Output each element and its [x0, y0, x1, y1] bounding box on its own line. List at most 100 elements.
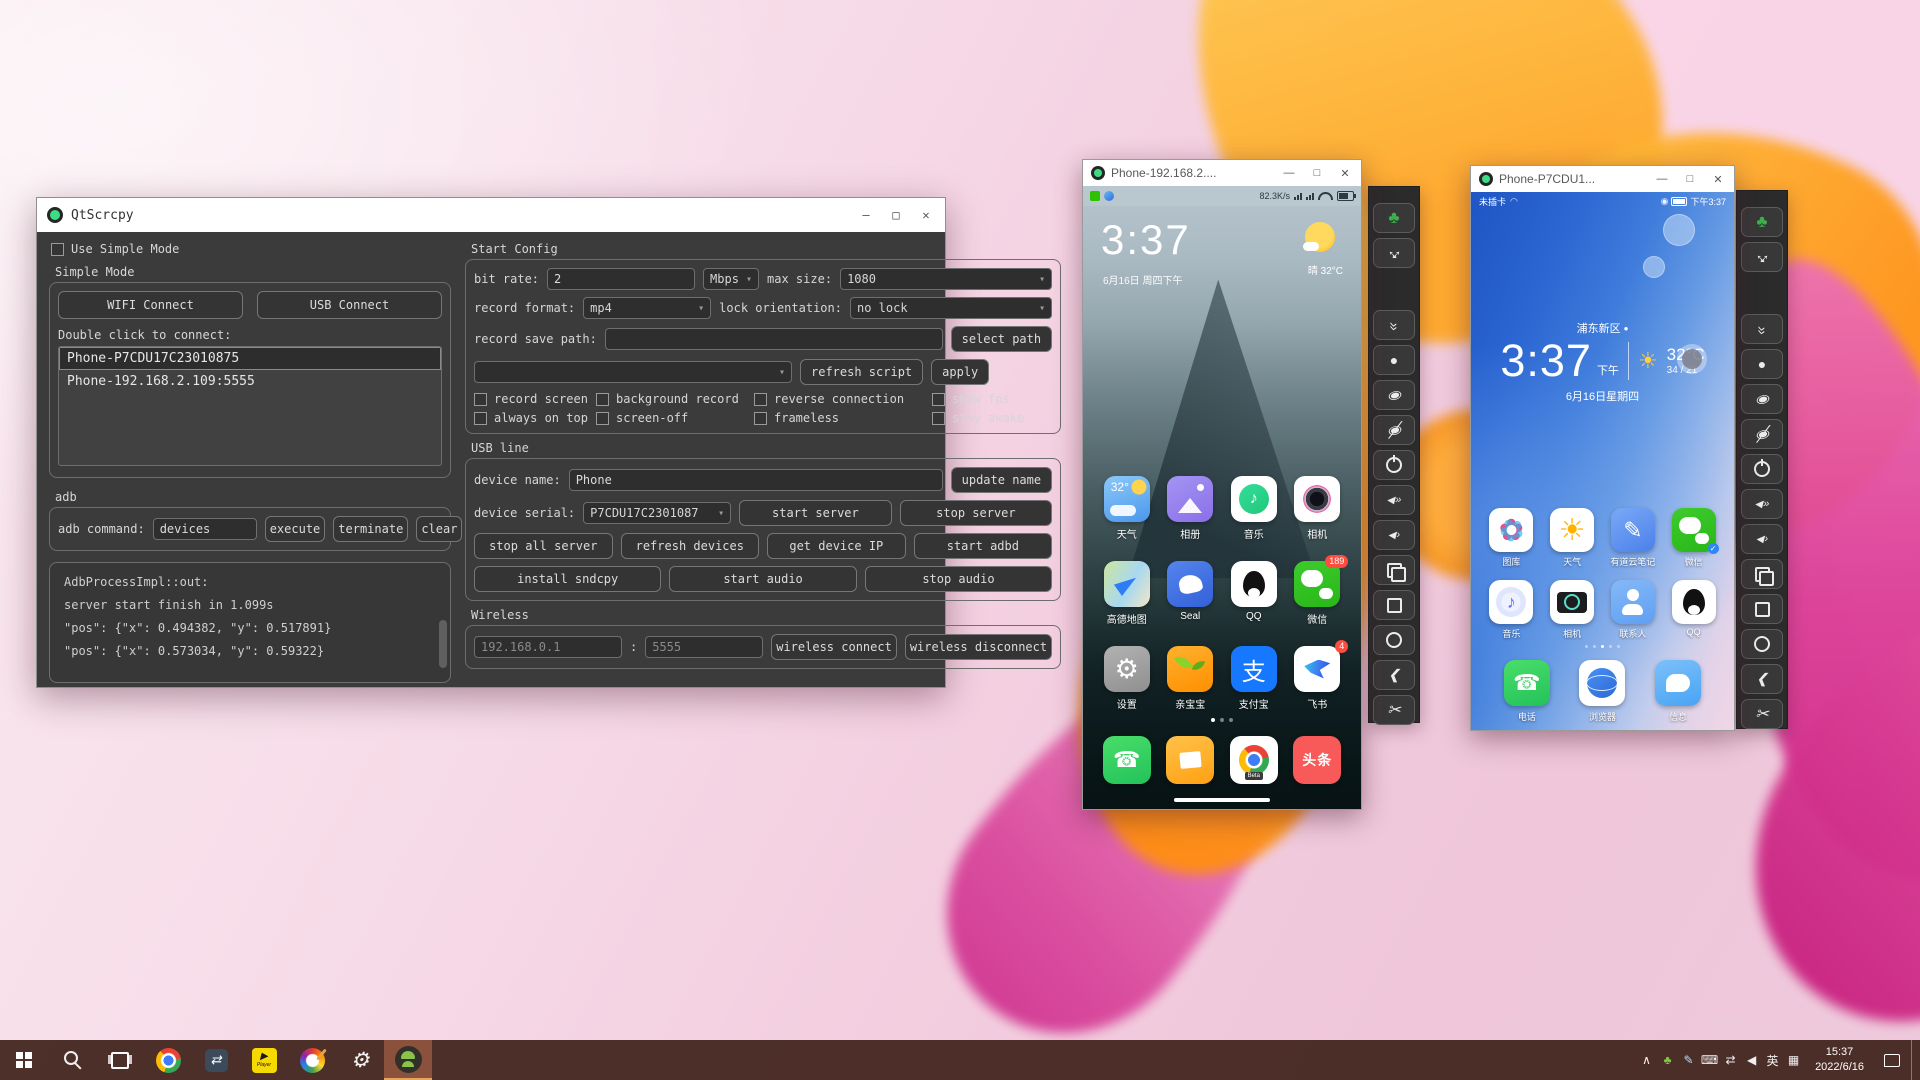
screen-off-button[interactable]: [1373, 415, 1415, 445]
taskbar-chrome-button[interactable]: [144, 1040, 192, 1080]
stop-all-server-button[interactable]: stop all server: [474, 533, 613, 559]
full-screen-button[interactable]: [1373, 238, 1415, 268]
minimize-button[interactable]: —: [1648, 168, 1676, 190]
taskbar-paint-button[interactable]: [288, 1040, 336, 1080]
stop-audio-button[interactable]: stop audio: [865, 566, 1052, 592]
app-switch-button[interactable]: [1373, 555, 1415, 585]
group-control-button[interactable]: [1741, 207, 1783, 237]
app-天气[interactable]: 天气: [1542, 508, 1603, 580]
stop-server-button[interactable]: stop server: [900, 500, 1052, 526]
maximize-button[interactable]: □: [1303, 162, 1331, 184]
close-button[interactable]: ✕: [911, 202, 941, 228]
taskbar-sync-button[interactable]: [192, 1040, 240, 1080]
app-电话[interactable]: 电话: [1489, 660, 1565, 723]
device-serial-combo[interactable]: P7CDU17C2301087 ▾: [583, 502, 731, 524]
tray-keyboard-icon[interactable]: ⌨: [1699, 1053, 1720, 1067]
refresh-script-button[interactable]: refresh script: [800, 359, 923, 385]
start-server-button[interactable]: start server: [739, 500, 891, 526]
app-浏览器[interactable]: 浏览器: [1565, 660, 1641, 723]
tray-app-green-icon[interactable]: ♣: [1657, 1053, 1678, 1067]
phone1-titlebar[interactable]: Phone-192.168.2.... — □ ✕: [1083, 160, 1361, 186]
terminate-button[interactable]: terminate: [333, 516, 408, 542]
refresh-devices-button[interactable]: refresh devices: [621, 533, 760, 559]
taskbar-clock[interactable]: 15:37 2022/6/16: [1806, 1045, 1873, 1075]
touch-button[interactable]: [1373, 345, 1415, 375]
checkbox-screen-off[interactable]: screen-off: [596, 411, 748, 425]
app-QQ[interactable]: QQ: [1663, 580, 1724, 652]
script-combo[interactable]: ▾: [474, 361, 792, 383]
group-control-button[interactable]: [1373, 203, 1415, 233]
menu-button[interactable]: [1373, 590, 1415, 620]
wireless-port-input[interactable]: [645, 636, 763, 658]
maximize-button[interactable]: □: [1676, 168, 1704, 190]
taskbar-search-button[interactable]: [48, 1040, 96, 1080]
app-天气[interactable]: 32°天气: [1095, 476, 1159, 561]
device-list[interactable]: Phone-P7CDU17C23010875Phone-192.168.2.10…: [58, 346, 442, 466]
app-dialer[interactable]: [1095, 736, 1159, 796]
app-相机[interactable]: 相机: [1542, 580, 1603, 652]
bit-rate-unit-combo[interactable]: Mbps ▾: [703, 268, 759, 290]
app-toutiao[interactable]: 头条: [1286, 736, 1350, 796]
wifi-connect-button[interactable]: WIFI Connect: [58, 291, 243, 319]
menu-button[interactable]: [1741, 594, 1783, 624]
select-path-button[interactable]: select path: [951, 326, 1052, 352]
update-name-button[interactable]: update name: [951, 467, 1052, 493]
tray-pen-icon[interactable]: ✎: [1678, 1053, 1699, 1067]
start-audio-button[interactable]: start audio: [669, 566, 856, 592]
power-button[interactable]: [1741, 454, 1783, 484]
apply-button[interactable]: apply: [931, 359, 989, 385]
app-有道云笔记[interactable]: 有道云笔记: [1603, 508, 1664, 580]
checkbox-record-screen[interactable]: record screen: [474, 392, 590, 406]
checkbox-reverse-connection[interactable]: reverse connection: [754, 392, 926, 406]
wireless-connect-button[interactable]: wireless connect: [771, 634, 897, 660]
start-adbd-button[interactable]: start adbd: [914, 533, 1053, 559]
maximize-button[interactable]: □: [881, 202, 911, 228]
taskbar-task-view-button[interactable]: [96, 1040, 144, 1080]
app-高德地图[interactable]: 高德地图: [1095, 561, 1159, 646]
checkbox-background-record[interactable]: background record: [596, 392, 748, 406]
assistive-ball[interactable]: [1677, 344, 1707, 374]
close-button[interactable]: ✕: [1331, 162, 1359, 184]
app-QQ[interactable]: QQ: [1222, 561, 1286, 646]
app-微信[interactable]: 189微信: [1286, 561, 1350, 646]
wireless-ip-input[interactable]: [474, 636, 622, 658]
bit-rate-input[interactable]: [547, 268, 695, 290]
full-screen-button[interactable]: [1741, 242, 1783, 272]
action-center-icon[interactable]: [1875, 1054, 1909, 1067]
device-name-input[interactable]: [569, 469, 943, 491]
ime-lang-icon[interactable]: 英: [1762, 1052, 1783, 1069]
taskbar-start-button[interactable]: [0, 1040, 48, 1080]
scrollbar-thumb[interactable]: [439, 620, 447, 668]
volume-down-button[interactable]: [1741, 524, 1783, 554]
app-音乐[interactable]: 音乐: [1222, 476, 1286, 561]
execute-button[interactable]: execute: [265, 516, 326, 542]
volume-up-button[interactable]: [1741, 489, 1783, 519]
phone2-titlebar[interactable]: Phone-P7CDU1... — □ ✕: [1471, 166, 1734, 192]
record-save-path-input[interactable]: [605, 328, 943, 350]
app-chrome[interactable]: Beta: [1222, 736, 1286, 796]
use-simple-mode-checkbox[interactable]: Use Simple Mode: [51, 242, 451, 256]
adb-command-input[interactable]: [153, 518, 257, 540]
lock-orientation-combo[interactable]: no lock ▾: [850, 297, 1052, 319]
taskbar-potplayer-button[interactable]: Player: [240, 1040, 288, 1080]
device-list-item[interactable]: Phone-192.168.2.109:5555: [59, 370, 441, 393]
checkbox-frameless[interactable]: frameless: [754, 411, 926, 425]
app-Seal[interactable]: Seal: [1159, 561, 1223, 646]
minimize-button[interactable]: —: [1275, 162, 1303, 184]
adb-log-output[interactable]: AdbProcessImpl::out:server start finish …: [49, 562, 451, 683]
checkbox-stay-awake[interactable]: stay awake: [932, 411, 1052, 425]
power-button[interactable]: [1373, 450, 1415, 480]
app-联系人[interactable]: 联系人: [1603, 580, 1664, 652]
minimize-button[interactable]: —: [851, 202, 881, 228]
home-button[interactable]: [1741, 629, 1783, 659]
phone2-screen[interactable]: 未插卡 ◠ ◉ 下午3:37 浦东新区 ● 3:37 下午 ☀ 32°C 34 …: [1471, 192, 1734, 730]
app-messages[interactable]: [1159, 736, 1223, 796]
app-图库[interactable]: 图库: [1481, 508, 1542, 580]
usb-connect-button[interactable]: USB Connect: [257, 291, 442, 319]
record-format-combo[interactable]: mp4 ▾: [583, 297, 711, 319]
checkbox-show-fps[interactable]: show fps: [932, 392, 1052, 406]
app-微信[interactable]: ✓微信: [1663, 508, 1724, 580]
max-size-combo[interactable]: 1080 ▾: [840, 268, 1052, 290]
hidden-icons-icon[interactable]: ∧: [1636, 1053, 1657, 1067]
checkbox-always-on-top[interactable]: always on top: [474, 411, 590, 425]
